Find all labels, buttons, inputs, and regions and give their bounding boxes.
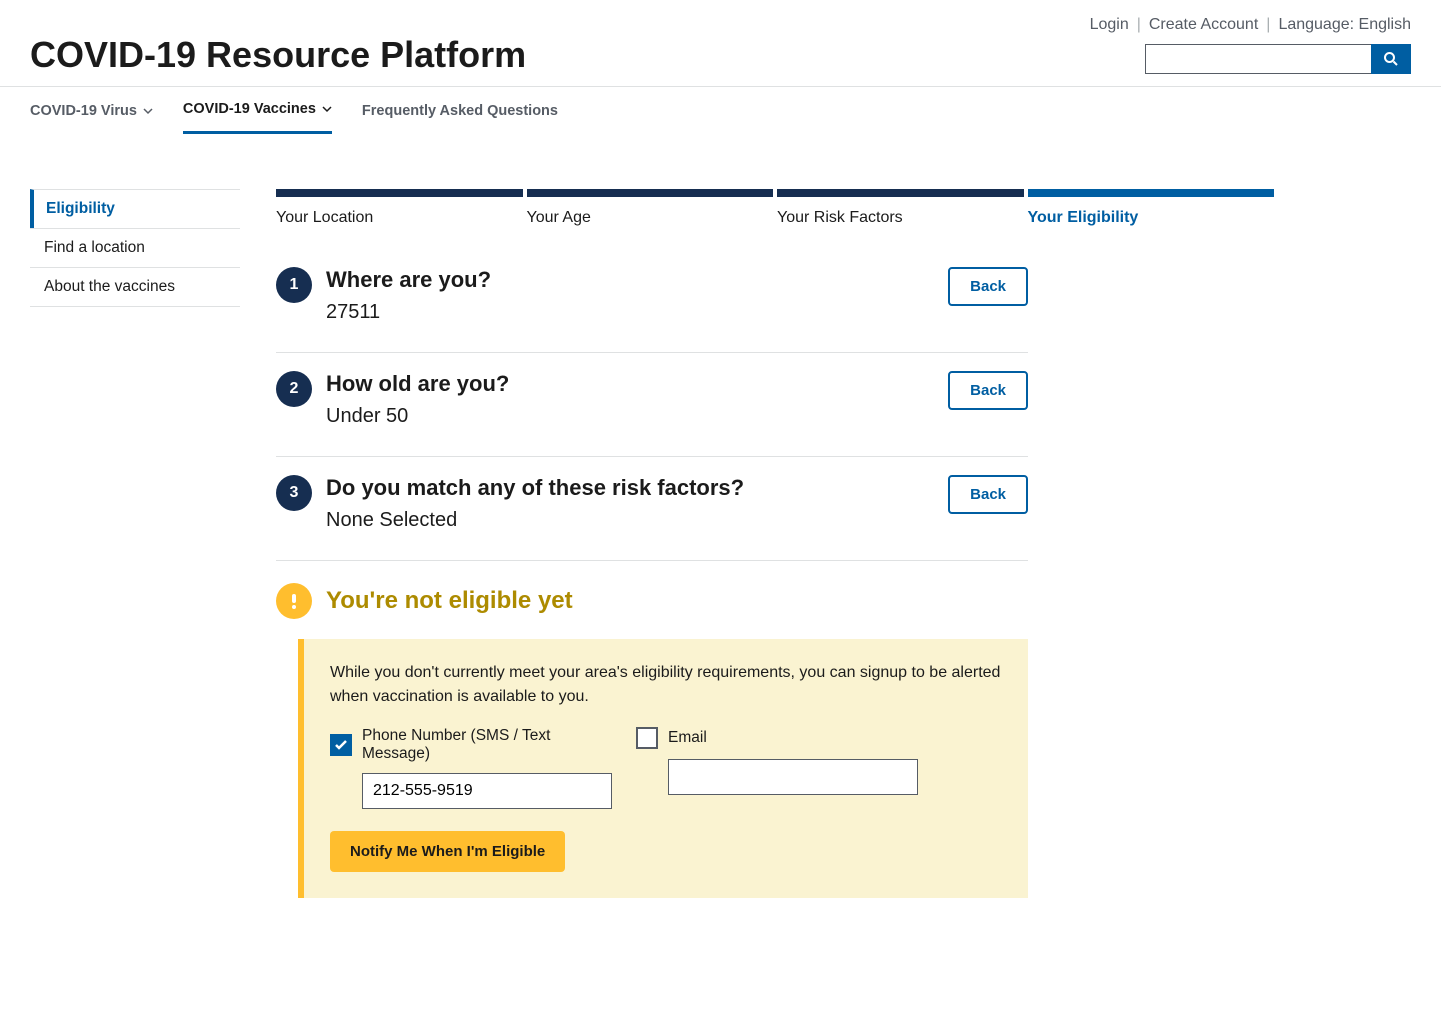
progress-bar <box>276 189 523 197</box>
nav-label: Frequently Asked Questions <box>362 103 558 119</box>
sidebar-item-0[interactable]: Eligibility <box>30 189 240 228</box>
phone-field-group: Phone Number (SMS / Text Message) <box>330 727 610 809</box>
email-field-group: Email <box>636 727 916 809</box>
step-row-1: 2 How old are you? Under 50 Back <box>276 353 1028 457</box>
separator: | <box>1137 16 1141 34</box>
site-title: COVID-19 Resource Platform <box>30 34 526 76</box>
result-heading: You're not eligible yet <box>326 587 573 615</box>
phone-checkbox[interactable] <box>330 734 352 756</box>
main-content: Your LocationYour AgeYour Risk FactorsYo… <box>276 189 1274 898</box>
chevron-down-icon <box>322 104 332 114</box>
header: COVID-19 Resource Platform Login | Creat… <box>0 0 1441 87</box>
progress-label: Your Eligibility <box>1028 209 1275 227</box>
search-button[interactable] <box>1371 44 1411 74</box>
notify-copy: While you don't currently meet your area… <box>330 661 1002 709</box>
primary-nav: COVID-19 Virus COVID-19 Vaccines Frequentl… <box>0 87 1441 134</box>
nav-label: COVID-19 Virus <box>30 103 137 119</box>
progress-bar <box>1028 189 1275 197</box>
step-number: 2 <box>276 371 312 407</box>
back-button-1[interactable]: Back <box>948 371 1028 410</box>
progress-tracker: Your LocationYour AgeYour Risk FactorsYo… <box>276 189 1274 227</box>
progress-bar <box>527 189 774 197</box>
search-icon <box>1383 51 1399 67</box>
progress-step-2: Your Risk Factors <box>777 189 1024 227</box>
separator: | <box>1266 16 1270 34</box>
step-answer: Under 50 <box>326 405 509 428</box>
notify-button[interactable]: Notify Me When I'm Eligible <box>330 831 565 872</box>
nav-item-0[interactable]: COVID-19 Virus <box>30 87 153 134</box>
email-label: Email <box>668 729 707 747</box>
step-question: How old are you? <box>326 371 509 397</box>
nav-item-1[interactable]: COVID-19 Vaccines <box>183 87 332 134</box>
sidebar-item-1[interactable]: Find a location <box>30 228 240 267</box>
login-link[interactable]: Login <box>1090 16 1129 34</box>
progress-step-3: Your Eligibility <box>1028 189 1275 227</box>
step-row-2: 3 Do you match any of these risk factors… <box>276 457 1028 561</box>
progress-label: Your Risk Factors <box>777 209 1024 227</box>
step-number: 1 <box>276 267 312 303</box>
sidebar-item-2[interactable]: About the vaccines <box>30 267 240 307</box>
progress-label: Your Location <box>276 209 523 227</box>
step-question: Where are you? <box>326 267 491 293</box>
progress-step-1: Your Age <box>527 189 774 227</box>
email-checkbox[interactable] <box>636 727 658 749</box>
warning-icon <box>276 583 312 619</box>
check-icon <box>335 740 347 750</box>
search-input[interactable] <box>1145 44 1371 74</box>
notify-panel: While you don't currently meet your area… <box>298 639 1028 898</box>
step-number: 3 <box>276 475 312 511</box>
progress-label: Your Age <box>527 209 774 227</box>
create-account-link[interactable]: Create Account <box>1149 16 1258 34</box>
chevron-down-icon <box>143 106 153 116</box>
sidebar: EligibilityFind a locationAbout the vacc… <box>30 189 240 898</box>
step-question: Do you match any of these risk factors? <box>326 475 744 501</box>
progress-step-0: Your Location <box>276 189 523 227</box>
phone-input[interactable] <box>362 773 612 809</box>
eligibility-result: You're not eligible yet <box>276 561 1028 639</box>
step-answer: 27511 <box>326 301 491 324</box>
nav-item-2[interactable]: Frequently Asked Questions <box>362 87 558 134</box>
nav-label: COVID-19 Vaccines <box>183 101 316 117</box>
header-links: Login | Create Account | Language: Engli… <box>1090 16 1411 34</box>
phone-label: Phone Number (SMS / Text Message) <box>362 727 610 763</box>
progress-bar <box>777 189 1024 197</box>
language-link[interactable]: Language: English <box>1278 16 1411 34</box>
step-answer: None Selected <box>326 509 744 532</box>
search-form <box>1145 44 1411 74</box>
email-input[interactable] <box>668 759 918 795</box>
back-button-2[interactable]: Back <box>948 475 1028 514</box>
back-button-0[interactable]: Back <box>948 267 1028 306</box>
step-row-0: 1 Where are you? 27511 Back <box>276 267 1028 353</box>
